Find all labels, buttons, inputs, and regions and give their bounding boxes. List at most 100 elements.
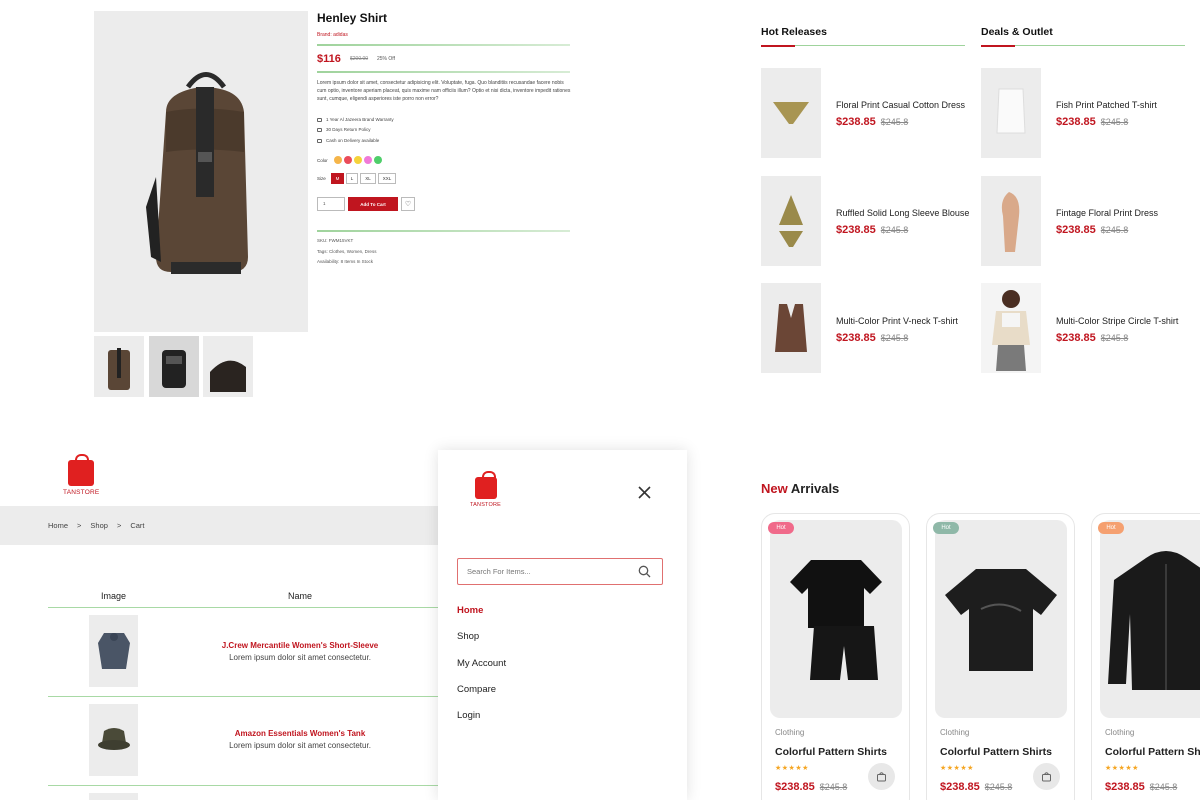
product-name[interactable]: Colorful Pattern Shirts <box>775 746 887 758</box>
product-name[interactable]: Colorful Pattern Shirts <box>1105 746 1200 758</box>
product-category[interactable]: Clothing <box>775 728 804 737</box>
product-image[interactable] <box>981 68 1041 158</box>
store-logo[interactable]: TANSTORE <box>470 471 502 508</box>
product-name[interactable]: Multi-Color Print V-neck T-shirt <box>836 316 958 326</box>
product-price: $238.85 $245.8 <box>1056 116 1129 128</box>
product-card[interactable]: Hot Clothing Colorful Pattern Shirts ★★★… <box>761 513 910 800</box>
add-to-cart-button[interactable]: Add To Cart <box>348 197 398 211</box>
product-card[interactable]: Hot Clothing Colorful Pattern Shirts ★★★… <box>926 513 1075 800</box>
menu-item-shop[interactable]: Shop <box>457 631 479 642</box>
product-price: $238.85 $245.8 <box>836 224 909 236</box>
product-title: Henley Shirt <box>317 11 388 25</box>
product-price: $238.85 $245.8 <box>1056 332 1129 344</box>
product-brand[interactable]: Brand: adidas <box>317 32 348 38</box>
hot-releases-title: Hot Releases <box>761 26 827 38</box>
cart-item-image[interactable] <box>89 704 138 776</box>
search-input[interactable]: Search For Items... <box>457 558 663 585</box>
product-image[interactable] <box>935 520 1067 718</box>
menu-item-my-account[interactable]: My Account <box>457 658 506 669</box>
new-arrivals-title: New Arrivals <box>761 481 839 496</box>
product-thumbnail[interactable] <box>149 336 199 397</box>
product-category[interactable]: Clothing <box>940 728 969 737</box>
product-image[interactable] <box>1100 520 1200 718</box>
product-price: $116 <box>317 53 341 65</box>
rating-stars: ★★★★★ <box>940 765 974 772</box>
color-swatch[interactable] <box>334 156 342 164</box>
breadcrumb-home[interactable]: Home <box>48 521 68 530</box>
product-price: $238.85 $245.8 <box>940 781 1013 793</box>
product-image[interactable] <box>761 176 821 266</box>
product-image[interactable] <box>981 176 1041 266</box>
product-description: Lorem ipsum dolor sit amet, consectetur … <box>317 80 571 102</box>
product-old-price: $200.00 <box>350 56 369 62</box>
product-thumbnail[interactable] <box>94 336 144 397</box>
search-icon[interactable] <box>638 565 651 583</box>
breadcrumb-cart: Cart <box>130 521 145 530</box>
add-to-cart-button[interactable] <box>1033 763 1060 790</box>
product-price: $238.85 $245.8 <box>836 116 909 128</box>
product-category[interactable]: Clothing <box>1105 728 1134 737</box>
quantity-input[interactable]: 1 <box>317 197 345 211</box>
hot-badge: Hot <box>1098 522 1124 534</box>
breadcrumb: Home > Shop > Cart <box>48 521 145 530</box>
product-name[interactable]: Colorful Pattern Shirts <box>940 746 1052 758</box>
size-option[interactable]: XL <box>360 173 376 184</box>
feature-return: 30 Days Return Policy <box>317 127 371 132</box>
deals-outlet-title: Deals & Outlet <box>981 26 1053 38</box>
product-card[interactable]: Hot Clothing Colorful Pattern Shirts ★★★… <box>1091 513 1200 800</box>
breadcrumb-shop[interactable]: Shop <box>90 521 108 530</box>
title-highlight: New <box>761 481 788 496</box>
product-price: $238.85 $245.8 <box>1105 781 1178 793</box>
product-tags: Tags: Clothes, Women, Dress <box>317 249 377 254</box>
product-name[interactable]: Fish Print Patched T-shirt <box>1056 100 1157 110</box>
column-header-image: Image <box>101 591 127 601</box>
product-name[interactable]: Floral Print Casual Cotton Dress <box>836 100 965 110</box>
size-option[interactable]: M <box>331 173 344 184</box>
product-name[interactable]: Fintage Floral Print Dress <box>1056 208 1158 218</box>
color-swatch[interactable] <box>364 156 372 164</box>
product-discount: 25% Off <box>377 56 395 62</box>
product-image[interactable] <box>761 283 821 373</box>
close-button[interactable] <box>637 485 652 500</box>
product-sku: SKU: FWM15VKT <box>317 238 354 243</box>
menu-item-compare[interactable]: Compare <box>457 684 496 695</box>
color-swatch[interactable] <box>354 156 362 164</box>
product-image[interactable] <box>761 68 821 158</box>
table-divider <box>48 785 438 786</box>
size-option[interactable]: XXL <box>378 173 396 184</box>
cart-item-desc: Lorem ipsum dolor sit amet consectetur. <box>229 653 371 662</box>
product-price: $238.85 $245.8 <box>1056 224 1129 236</box>
color-swatch[interactable] <box>374 156 382 164</box>
breadcrumb-separator: > <box>77 521 82 530</box>
logo-text: TANSTORE <box>470 502 502 508</box>
cart-item-name[interactable]: J.Crew Mercantile Women's Short-Sleeve <box>170 641 430 650</box>
menu-item-login[interactable]: Login <box>457 710 480 721</box>
cash-icon <box>317 138 322 143</box>
title-rest: Arrivals <box>787 481 840 496</box>
product-name[interactable]: Ruffled Solid Long Sleeve Blouse <box>836 208 969 218</box>
shopping-bag-icon <box>474 471 497 499</box>
product-name[interactable]: Multi-Color Stripe Circle T-shirt <box>1056 316 1178 326</box>
cart-item-name[interactable]: Amazon Essentials Women's Tank <box>170 729 430 738</box>
cart-item-image[interactable] <box>89 793 138 800</box>
add-to-cart-button[interactable] <box>868 763 895 790</box>
color-swatch[interactable] <box>344 156 352 164</box>
size-option[interactable]: L <box>346 173 358 184</box>
product-thumbnail[interactable] <box>203 336 253 397</box>
product-image[interactable] <box>770 520 902 718</box>
breadcrumb-separator: > <box>116 521 122 530</box>
logo-text: TANSTORE <box>63 489 100 496</box>
wishlist-button[interactable]: ♡ <box>401 197 415 211</box>
feature-label: 1 Year Al Jazeera Brand Warranty <box>326 117 394 122</box>
feature-label: 30 Days Return Policy <box>326 127 371 132</box>
section-underline <box>981 44 1185 47</box>
product-image[interactable] <box>981 283 1041 373</box>
cart-icon <box>877 772 886 782</box>
product-availability: Availability: 8 Items In Stock <box>317 259 373 264</box>
feature-label: Cash on Delivery available <box>326 138 380 143</box>
menu-item-home[interactable]: Home <box>457 605 483 616</box>
cart-item-image[interactable] <box>89 615 138 687</box>
table-divider <box>48 607 438 608</box>
store-logo[interactable]: TANSTORE <box>63 454 100 496</box>
divider <box>317 44 570 46</box>
